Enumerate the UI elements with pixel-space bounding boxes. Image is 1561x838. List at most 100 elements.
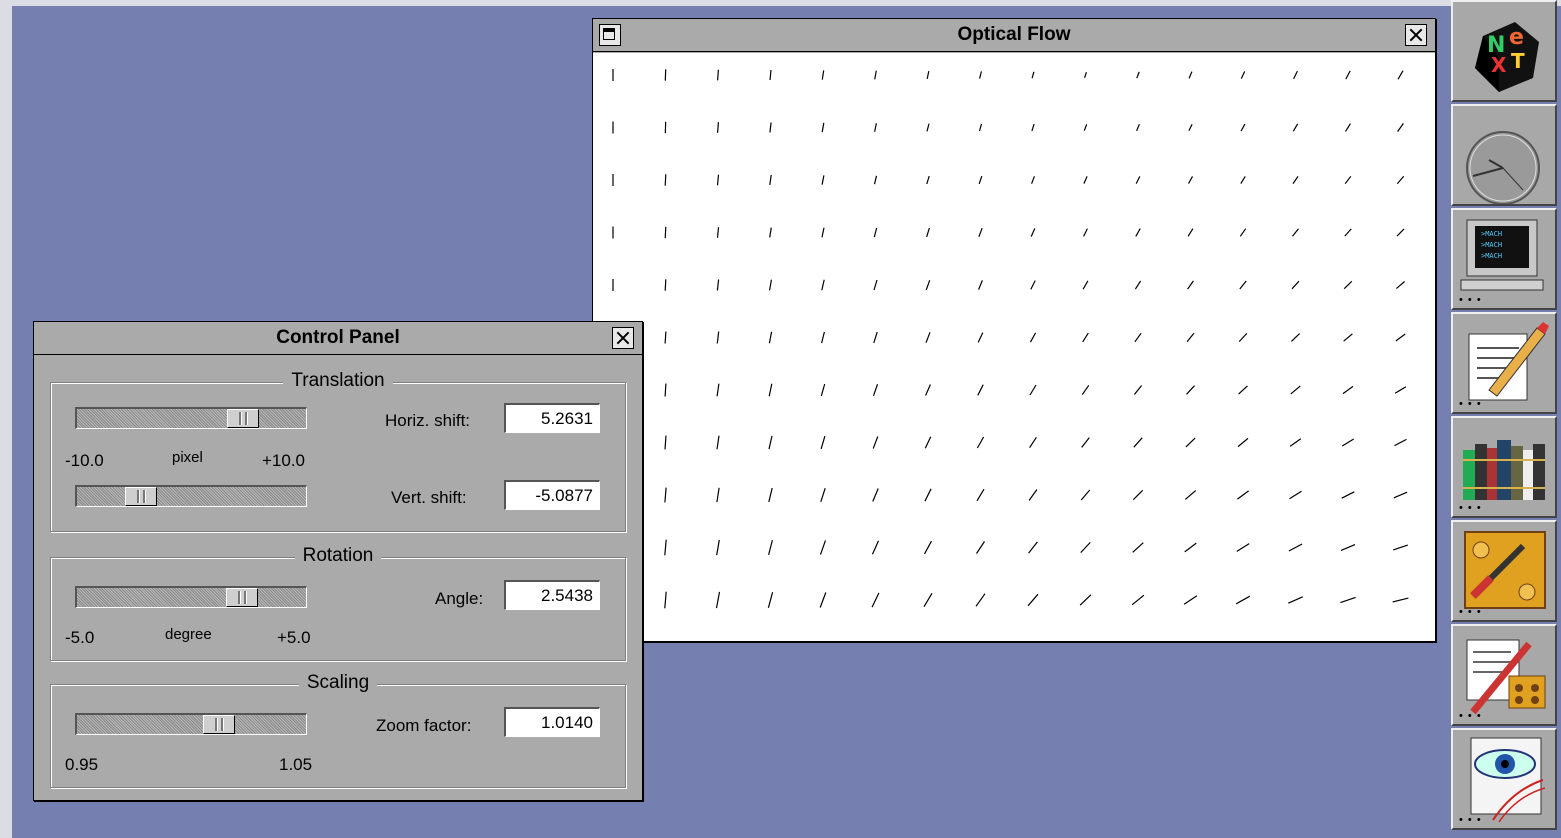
optical-flow-titlebar[interactable]: Optical Flow <box>593 19 1435 52</box>
vert-shift-knob[interactable] <box>125 487 157 506</box>
flow-vector <box>1290 333 1301 342</box>
dock-tile-project-builder[interactable]: • • • <box>1451 624 1557 726</box>
flow-vector <box>664 331 667 344</box>
svg-text:>MACH: >MACH <box>1481 230 1502 238</box>
flow-vector <box>1396 175 1405 185</box>
angle-knob[interactable] <box>226 588 258 607</box>
flow-vector <box>1188 71 1193 79</box>
flow-vector <box>873 227 878 238</box>
horiz-shift-slider[interactable] <box>75 407 307 429</box>
flow-vector <box>1396 228 1405 237</box>
flow-vector <box>978 280 983 290</box>
clock-icon <box>1466 131 1540 205</box>
control-panel-title: Control Panel <box>276 327 400 348</box>
flow-vector <box>768 331 773 344</box>
flow-vector <box>1183 595 1198 605</box>
flow-vector <box>977 384 984 396</box>
zoom-slider[interactable] <box>75 713 307 735</box>
zoom-factor-label: Zoom factor: <box>376 716 472 735</box>
flow-vector <box>923 592 933 608</box>
flow-vector <box>1188 123 1193 132</box>
angle-field[interactable]: 2.5438 <box>504 580 600 610</box>
flow-vector <box>1237 490 1249 500</box>
flow-vector <box>1344 228 1352 237</box>
zoom-factor-field[interactable]: 1.0140 <box>504 707 600 737</box>
close-button[interactable] <box>612 327 634 349</box>
flow-vector <box>1289 490 1302 500</box>
flow-vector <box>1290 385 1301 395</box>
flow-vector <box>768 435 773 450</box>
dock-tile-eye[interactable]: • • • <box>1451 728 1557 830</box>
flow-vector <box>976 488 985 502</box>
dock-tile-dots: • • • <box>1459 294 1482 306</box>
flow-vector <box>1134 332 1142 343</box>
flow-vector <box>1342 385 1354 395</box>
flow-vector <box>715 591 721 609</box>
flow-vector <box>1394 386 1407 394</box>
translation-group-title: Translation <box>283 370 393 391</box>
dock-tile-clock[interactable] <box>1451 104 1557 206</box>
vert-shift-slider[interactable] <box>75 485 307 507</box>
flow-vector <box>976 541 985 554</box>
flow-vector <box>1396 281 1405 289</box>
dock-tile-library[interactable]: • • • <box>1451 416 1557 518</box>
flow-vector <box>1235 595 1251 605</box>
flow-vector <box>1292 176 1299 184</box>
dock-tile-terminal[interactable]: >MACH >MACH >MACH • • • <box>1451 208 1557 310</box>
close-button[interactable] <box>1405 24 1427 46</box>
flow-vector <box>871 592 880 608</box>
flow-vector <box>1031 176 1035 184</box>
flow-vector <box>664 226 667 239</box>
flow-vector <box>769 174 772 186</box>
flow-vector <box>1239 228 1247 237</box>
flow-vector <box>1080 489 1091 501</box>
flow-vector <box>821 122 825 133</box>
flow-vector <box>716 383 720 397</box>
dock-tile-next[interactable]: N e X T <box>1451 0 1557 102</box>
flow-vector <box>819 592 827 608</box>
dock-tile-dots: • • • <box>1459 398 1482 410</box>
flow-vector <box>821 279 825 291</box>
flow-vector <box>924 436 932 449</box>
zoom-knob[interactable] <box>203 715 235 734</box>
flow-vector <box>1030 280 1036 290</box>
flow-vector <box>1083 228 1088 237</box>
flow-vector <box>1240 176 1246 184</box>
flow-vector <box>926 70 930 80</box>
flow-vector <box>1345 70 1351 80</box>
flow-vector <box>664 174 667 186</box>
flow-vector <box>1289 438 1302 447</box>
flow-vector <box>1395 333 1406 342</box>
flow-vector <box>873 331 878 344</box>
dock-tile-edit[interactable]: • • • <box>1451 312 1557 414</box>
control-panel-titlebar[interactable]: Control Panel <box>34 322 642 355</box>
flow-vector <box>1083 124 1088 131</box>
flow-vector <box>1236 543 1250 552</box>
flow-vector <box>925 279 931 291</box>
flow-vector <box>1238 385 1248 395</box>
flow-vector <box>872 488 879 502</box>
dock-tile-preferences[interactable]: • • • <box>1451 520 1557 622</box>
flow-vector <box>821 70 825 80</box>
flow-vector <box>1185 437 1196 448</box>
vert-shift-field[interactable]: -5.0877 <box>504 480 600 510</box>
scaling-group-title: Scaling <box>298 672 378 693</box>
flow-vector <box>1393 491 1408 499</box>
rotation-group-title: Rotation <box>294 545 382 566</box>
angle-slider[interactable] <box>75 586 307 608</box>
horiz-shift-knob[interactable] <box>227 409 259 428</box>
flow-vector <box>1079 594 1092 606</box>
flow-vector <box>873 175 878 185</box>
flow-vector <box>1081 437 1090 448</box>
flow-vector <box>1341 491 1355 499</box>
desktop-left-edge <box>0 0 12 838</box>
flow-vector <box>821 175 825 185</box>
horiz-shift-field[interactable]: 5.2631 <box>504 403 600 433</box>
flow-vector <box>1133 385 1143 395</box>
flow-vector <box>664 279 667 291</box>
flow-vector <box>1028 489 1038 501</box>
flow-vector <box>979 71 982 79</box>
flow-vector <box>1394 438 1407 447</box>
flow-vector <box>1293 70 1298 80</box>
flow-vector <box>1029 332 1037 343</box>
